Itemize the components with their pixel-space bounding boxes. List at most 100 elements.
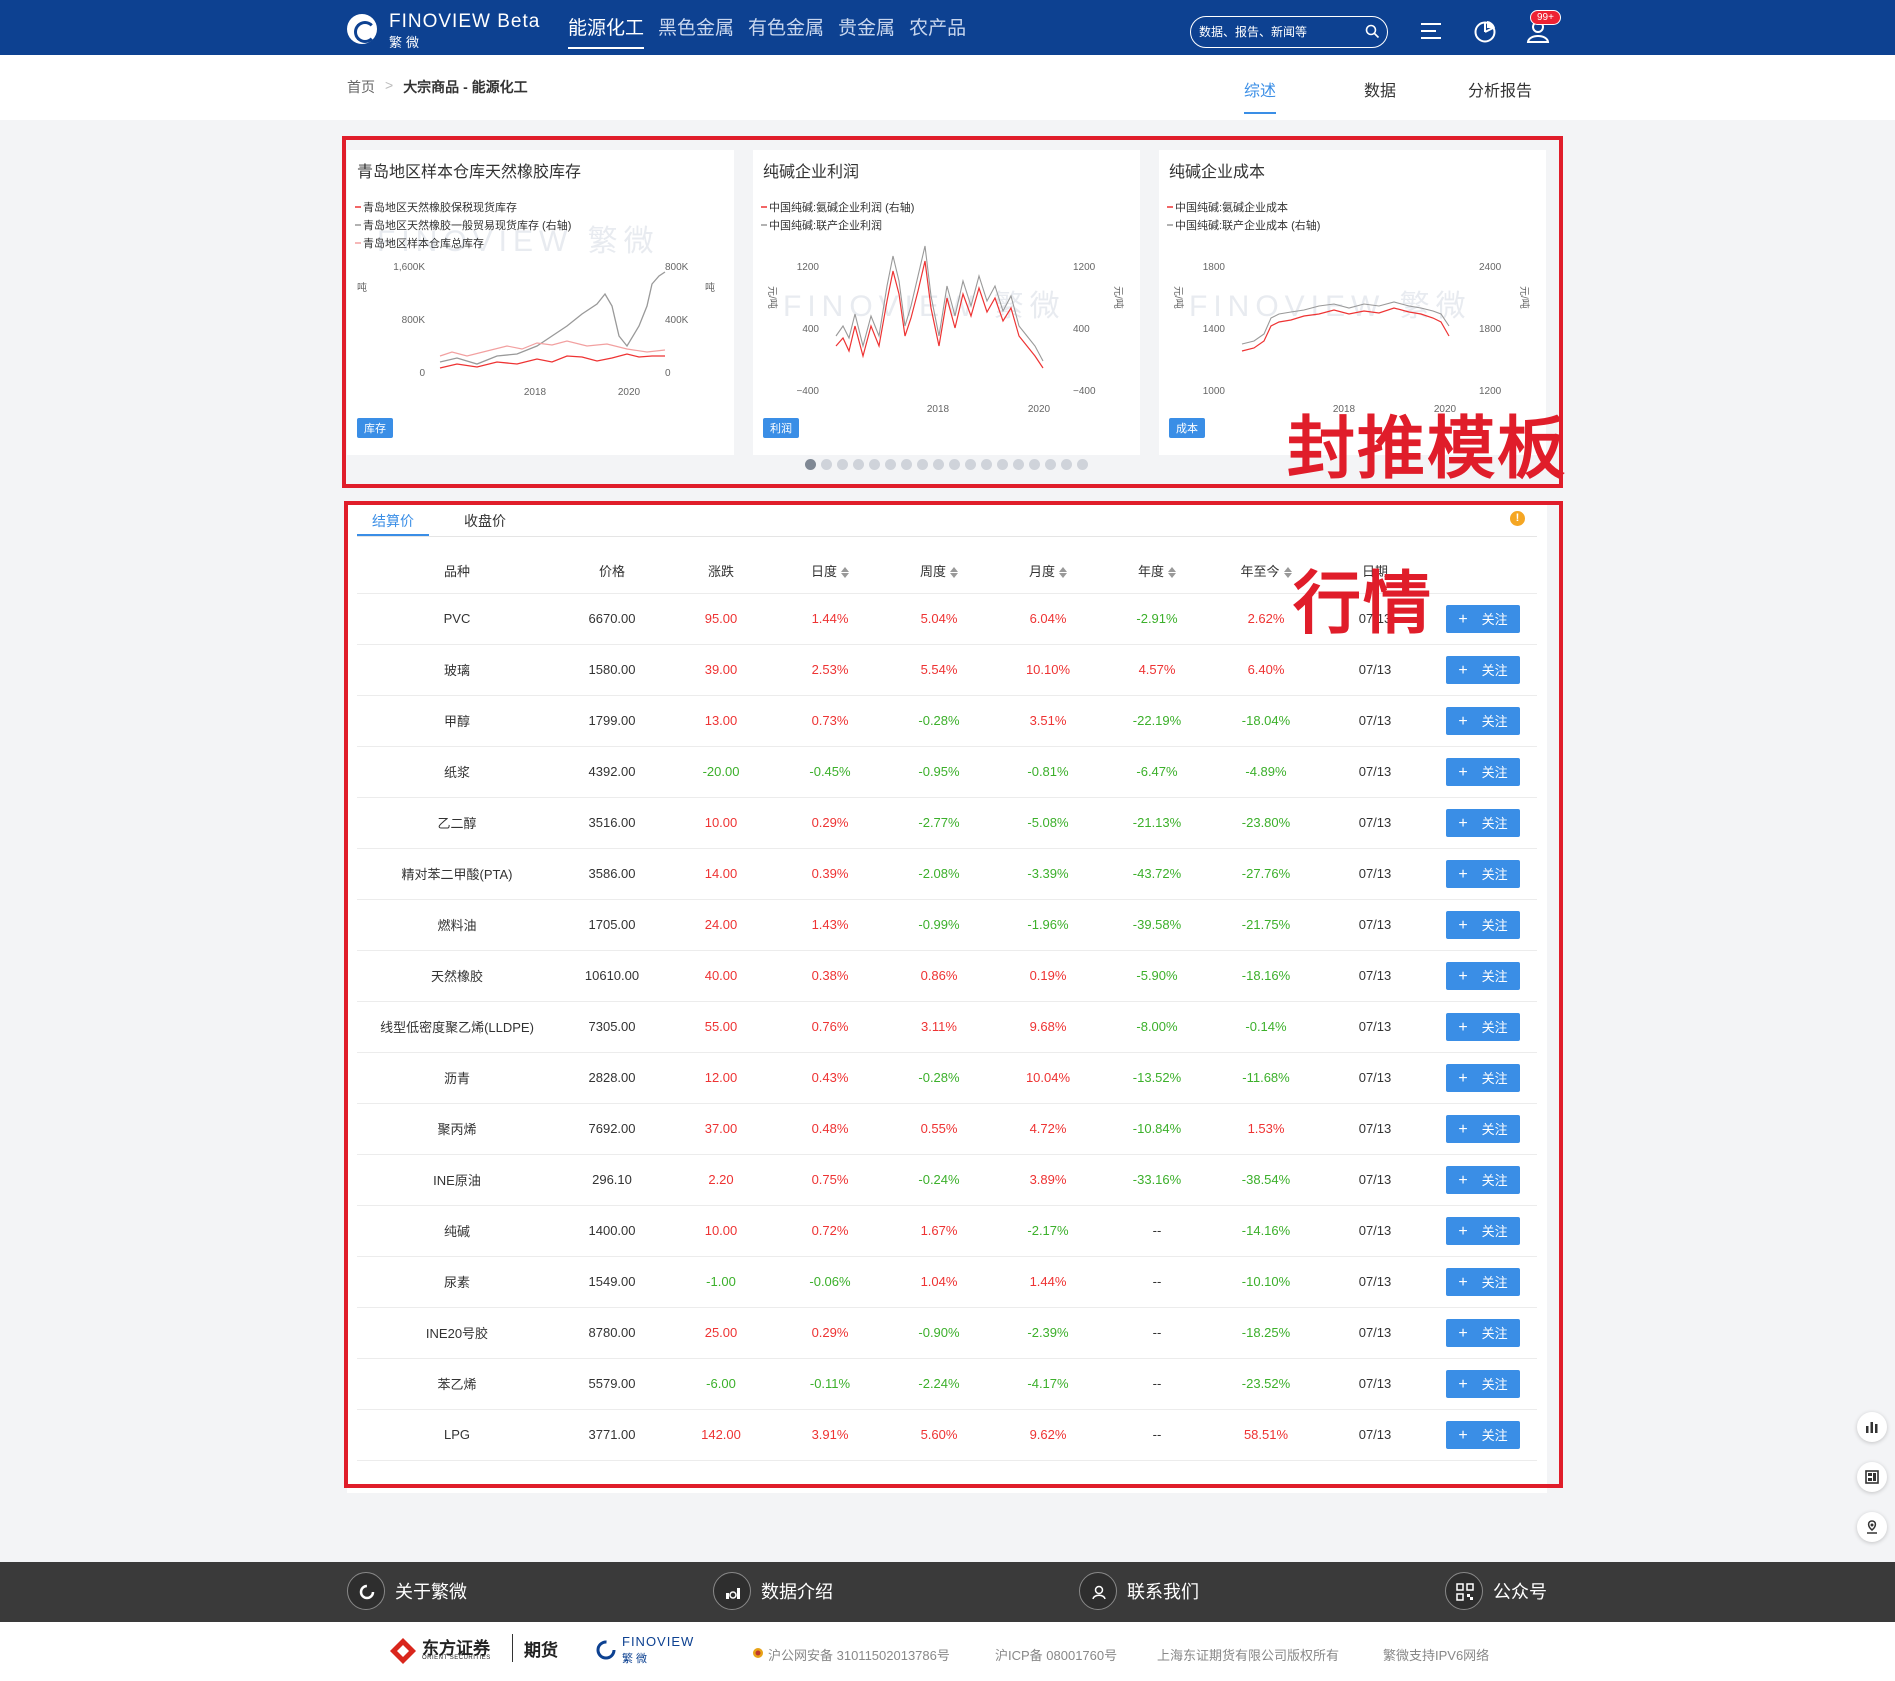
chart-card-soda-profit[interactable]: 纯碱企业利润 FINOVIEW 繁微 中国纯碱:氨碱企业利润 (右轴) 中国纯碱… xyxy=(753,150,1140,455)
menu-icon[interactable] xyxy=(1418,18,1444,44)
col-monthly[interactable]: 月度 xyxy=(993,549,1103,594)
nav-ferrous[interactable]: 黑色金属 xyxy=(658,13,734,49)
table-row[interactable]: LPG 3771.00 142.00 3.91% 5.60% 9.62% -- 58.51% 0… xyxy=(357,1409,1537,1461)
carousel-dot[interactable] xyxy=(885,459,896,470)
carousel-dot[interactable] xyxy=(965,459,976,470)
tab-data[interactable]: 数据 xyxy=(1320,77,1440,113)
pie-chart-icon[interactable] xyxy=(1472,18,1498,44)
carousel-dot[interactable] xyxy=(1077,459,1088,470)
table-row[interactable]: 聚丙烯 7692.00 37.00 0.48% 0.55% 4.72% -10.84% 1.5… xyxy=(357,1103,1537,1155)
footer-data-intro[interactable]: 数据介绍 xyxy=(713,1572,833,1610)
follow-button[interactable]: + 关注 xyxy=(1446,1114,1520,1143)
icp-link[interactable]: 沪ICP备 08001760号 xyxy=(995,1645,1117,1664)
finoview-logo[interactable]: FINOVIEW Beta 繁微 xyxy=(347,10,539,50)
col-yearly[interactable]: 年度 xyxy=(1103,549,1211,594)
table-row[interactable]: 精对苯二甲酸(PTA) 3586.00 14.00 0.39% -2.08% -3.39%… xyxy=(357,848,1537,900)
chart-tag[interactable]: 成本 xyxy=(1169,418,1205,438)
nav-nonferrous[interactable]: 有色金属 xyxy=(748,13,824,49)
carousel-dot[interactable] xyxy=(1045,459,1056,470)
follow-button[interactable]: + 关注 xyxy=(1446,1216,1520,1245)
breadcrumb-home[interactable]: 首页 xyxy=(347,77,375,97)
follow-button[interactable]: + 关注 xyxy=(1446,1420,1520,1449)
cell-action: + 关注 xyxy=(1429,1307,1537,1359)
follow-button[interactable]: + 关注 xyxy=(1446,706,1520,735)
follow-button[interactable]: + 关注 xyxy=(1446,1012,1520,1041)
table-row[interactable]: 乙二醇 3516.00 10.00 0.29% -2.77% -5.08% -21.13% -… xyxy=(357,797,1537,849)
nav-energy-chem[interactable]: 能源化工 xyxy=(568,13,645,49)
follow-button[interactable]: + 关注 xyxy=(1446,655,1520,684)
table-row[interactable]: 天然橡胶 10610.00 40.00 0.38% 0.86% 0.19% -5.90% -1… xyxy=(357,950,1537,1002)
footer-contact[interactable]: 联系我们 xyxy=(1079,1572,1199,1610)
cell-price: 4392.00 xyxy=(557,746,667,798)
follow-button[interactable]: + 关注 xyxy=(1446,604,1520,633)
col-action xyxy=(1429,549,1537,594)
follow-button[interactable]: + 关注 xyxy=(1446,1267,1520,1296)
follow-button[interactable]: + 关注 xyxy=(1446,961,1520,990)
carousel-dot[interactable] xyxy=(1029,459,1040,470)
tab-close[interactable]: 收盘价 xyxy=(449,503,521,536)
follow-button[interactable]: + 关注 xyxy=(1446,910,1520,939)
chart-tag[interactable]: 利润 xyxy=(763,418,799,438)
table-row[interactable]: 尿素 1549.00 -1.00 -0.06% 1.04% 1.44% -- -10.10% 0… xyxy=(357,1256,1537,1308)
float-layout-button[interactable] xyxy=(1857,1462,1887,1492)
table-row[interactable]: 燃料油 1705.00 24.00 1.43% -0.99% -1.96% -39.58% -… xyxy=(357,899,1537,951)
carousel-dot[interactable] xyxy=(853,459,864,470)
footer-about[interactable]: 关于繁微 xyxy=(347,1572,467,1610)
search-input[interactable] xyxy=(1190,16,1388,48)
follow-button[interactable]: + 关注 xyxy=(1446,757,1520,786)
chart-title: 纯碱企业成本 xyxy=(1169,164,1266,181)
carousel-dot[interactable] xyxy=(917,459,928,470)
search-icon[interactable] xyxy=(1365,24,1380,39)
chart-card-rubber-inventory[interactable]: 青岛地区样本仓库天然橡胶库存 FINOVIEW 繁微 青岛地区天然橡胶保税现货库… xyxy=(347,150,734,455)
col-weekly[interactable]: 周度 xyxy=(885,549,993,594)
cell-ytd: -14.16% xyxy=(1211,1205,1321,1257)
table-row[interactable]: 甲醇 1799.00 13.00 0.73% -0.28% 3.51% -22.19% -18… xyxy=(357,695,1537,747)
tab-settlement[interactable]: 结算价 xyxy=(357,503,429,536)
table-row[interactable]: 纸浆 4392.00 -20.00 -0.45% -0.95% -0.81% -6.47% -… xyxy=(357,746,1537,798)
tab-reports[interactable]: 分析报告 xyxy=(1440,77,1560,113)
y-tick: 1200 xyxy=(797,262,820,273)
footer-divider xyxy=(512,1634,513,1662)
table-row[interactable]: INE20号胶 8780.00 25.00 0.29% -0.90% -2.39% -- -1… xyxy=(357,1307,1537,1359)
carousel-dot[interactable] xyxy=(821,459,832,470)
tab-overview[interactable]: 综述 xyxy=(1200,77,1320,114)
y2-tick: 400 xyxy=(1073,324,1090,335)
carousel-dot[interactable] xyxy=(981,459,992,470)
follow-button[interactable]: + 关注 xyxy=(1446,1063,1520,1092)
carousel-dots xyxy=(805,459,1088,470)
table-row[interactable]: 苯乙烯 5579.00 -6.00 -0.11% -2.24% -4.17% -- -23.5… xyxy=(357,1358,1537,1410)
carousel-dot[interactable] xyxy=(901,459,912,470)
follow-button[interactable]: + 关注 xyxy=(1446,808,1520,837)
table-row[interactable]: 线型低密度聚乙烯(LLDPE) 7305.00 55.00 0.76% 3.11% 9.6… xyxy=(357,1001,1537,1053)
cell-daily: 0.75% xyxy=(775,1154,885,1206)
float-location-button[interactable] xyxy=(1857,1512,1887,1542)
cell-monthly: 9.62% xyxy=(993,1409,1103,1461)
table-row[interactable]: 沥青 2828.00 12.00 0.43% -0.28% 10.04% -13.52% -1… xyxy=(357,1052,1537,1104)
carousel-dot[interactable] xyxy=(1061,459,1072,470)
chart-tag[interactable]: 库存 xyxy=(357,418,393,438)
float-chart-button[interactable] xyxy=(1857,1412,1887,1442)
cell-action: + 关注 xyxy=(1429,746,1537,798)
follow-button[interactable]: + 关注 xyxy=(1446,1318,1520,1347)
carousel-dot[interactable] xyxy=(1013,459,1024,470)
table-row[interactable]: INE原油 296.10 2.20 0.75% -0.24% 3.89% -33.16% -3… xyxy=(357,1154,1537,1206)
follow-button[interactable]: + 关注 xyxy=(1446,1165,1520,1194)
plus-icon: + xyxy=(1458,1171,1468,1189)
follow-button[interactable]: + 关注 xyxy=(1446,1369,1520,1398)
table-row[interactable]: 玻璃 1580.00 39.00 2.53% 5.54% 10.10% 4.57% 6.40%… xyxy=(357,644,1537,696)
nav-agri[interactable]: 农产品 xyxy=(909,13,966,49)
carousel-dot[interactable] xyxy=(933,459,944,470)
info-icon[interactable]: ! xyxy=(1510,511,1525,526)
nav-precious[interactable]: 贵金属 xyxy=(838,13,895,49)
carousel-dot[interactable] xyxy=(997,459,1008,470)
col-daily[interactable]: 日度 xyxy=(775,549,885,594)
plus-icon: + xyxy=(1458,967,1468,985)
carousel-dot[interactable] xyxy=(805,459,816,470)
follow-button[interactable]: + 关注 xyxy=(1446,859,1520,888)
beian-link[interactable]: 沪公网安备 31011502013786号 xyxy=(768,1645,950,1664)
footer-wechat[interactable]: 公众号 xyxy=(1445,1572,1547,1610)
carousel-dot[interactable] xyxy=(949,459,960,470)
table-row[interactable]: 纯碱 1400.00 10.00 0.72% 1.67% -2.17% -- -14.16% 0… xyxy=(357,1205,1537,1257)
carousel-dot[interactable] xyxy=(837,459,848,470)
carousel-dot[interactable] xyxy=(869,459,880,470)
